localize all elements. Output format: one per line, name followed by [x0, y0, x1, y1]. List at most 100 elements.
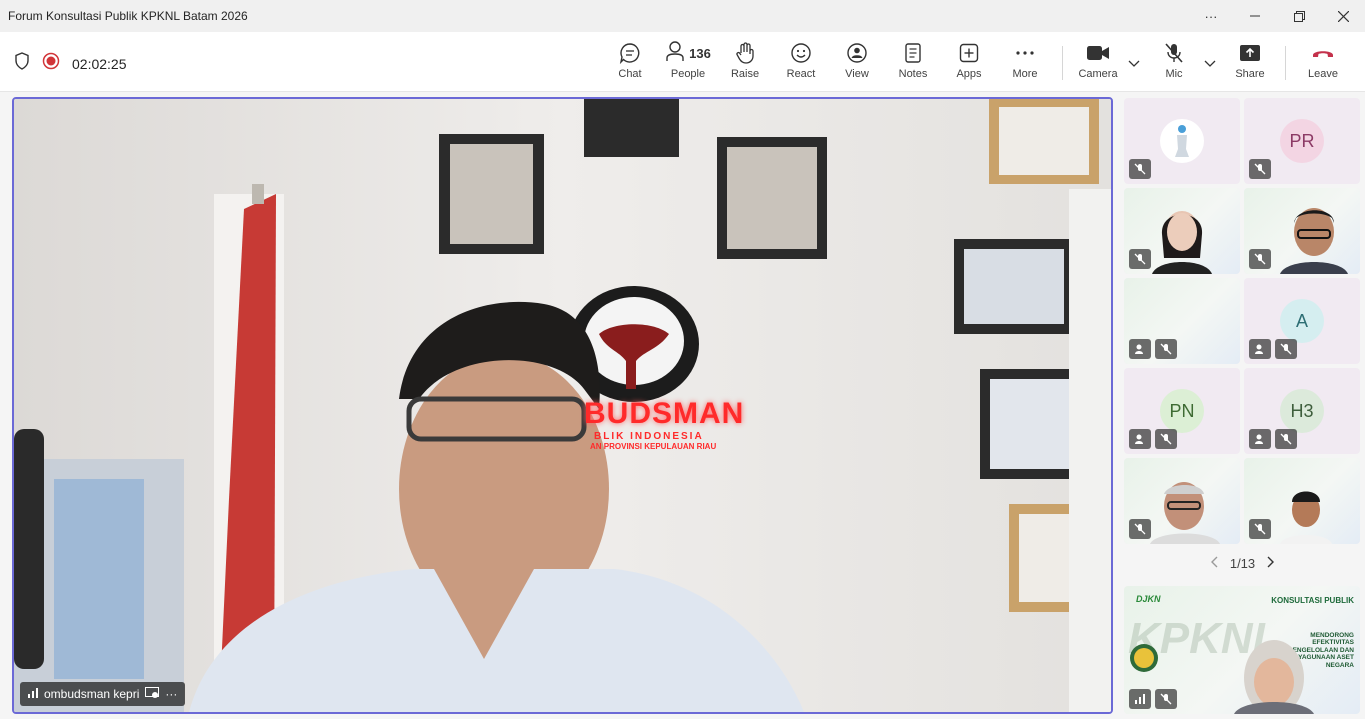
meeting-info: 02:02:25 — [14, 52, 127, 75]
leave-button[interactable]: Leave — [1295, 40, 1351, 86]
camera-label: Camera — [1078, 68, 1118, 80]
mic-off-icon — [1155, 689, 1177, 709]
share-label: Share — [1235, 68, 1265, 80]
mic-off-icon — [1155, 429, 1177, 449]
more-button[interactable]: More — [997, 40, 1053, 86]
meeting-toolbar: 02:02:25 Chat 136 People Raise React Vie… — [0, 32, 1365, 92]
main-video[interactable]: BUDSMAN BLIK INDONESIA AN PROVINSI KEPUL… — [12, 97, 1113, 714]
mic-off-icon — [1129, 159, 1151, 179]
speaker-video-frame — [14, 99, 1111, 712]
participant-tile[interactable]: H3 — [1244, 368, 1360, 454]
speaker-name-chip: ombudsman kepri ··· — [20, 682, 186, 706]
mic-off-icon — [1275, 339, 1297, 359]
mic-options-chevron-down-icon[interactable] — [1202, 56, 1218, 72]
toolbar-divider — [1062, 46, 1063, 80]
recording-icon — [42, 52, 60, 75]
person-question-icon — [1129, 429, 1151, 449]
react-label: React — [786, 68, 816, 80]
camera-icon — [1086, 40, 1110, 66]
mic-label: Mic — [1165, 68, 1183, 80]
meeting-timer: 02:02:25 — [72, 55, 127, 72]
people-icon — [665, 40, 685, 67]
toolbar-divider — [1285, 46, 1286, 80]
speaker-name: ombudsman kepri — [44, 687, 140, 701]
mic-off-icon — [1129, 519, 1151, 539]
apps-button[interactable]: Apps — [941, 40, 997, 86]
avatar: PN — [1160, 389, 1204, 433]
mic-button[interactable]: Mic — [1146, 40, 1202, 86]
chevron-right-icon[interactable] — [1267, 556, 1275, 571]
screen-share-icon — [145, 686, 160, 702]
view-button[interactable]: View — [829, 40, 885, 86]
people-label: People — [670, 68, 706, 80]
mic-off-icon — [1249, 249, 1271, 269]
view-label: View — [845, 68, 869, 80]
sign-line-2: AN PROVINSI KEPULAUAN RIAU — [590, 442, 717, 451]
sign-title: BUDSMAN — [584, 397, 745, 430]
participant-tile[interactable]: PN — [1124, 368, 1240, 454]
avatar: H3 — [1280, 389, 1324, 433]
shield-icon — [14, 52, 30, 75]
chat-label: Chat — [618, 68, 642, 80]
gallery-page-indicator: 1/13 — [1229, 555, 1256, 571]
window-title: Forum Konsultasi Publik KPKNL Batam 2026 — [8, 9, 248, 23]
raise-label: Raise — [730, 68, 760, 80]
chat-button[interactable]: Chat — [602, 40, 658, 86]
raise-hand-button[interactable]: Raise — [717, 40, 773, 86]
view-icon — [846, 40, 868, 66]
more-options-icon[interactable]: ··· — [1189, 0, 1233, 32]
share-icon — [1239, 40, 1261, 66]
mic-off-icon — [1249, 519, 1271, 539]
person-question-icon — [1249, 429, 1271, 449]
mic-off-icon — [1129, 249, 1151, 269]
sign-line-1: BLIK INDONESIA — [594, 431, 704, 442]
mic-off-icon — [1249, 159, 1271, 179]
participant-tile[interactable]: PR — [1244, 98, 1360, 184]
person-question-icon — [1249, 339, 1271, 359]
more-label: More — [1012, 68, 1038, 80]
mic-off-icon — [1155, 339, 1177, 359]
add-app-icon — [958, 40, 980, 66]
people-count: 136 — [689, 45, 711, 61]
participant-tile[interactable] — [1124, 458, 1240, 544]
camera-button[interactable]: Camera — [1070, 40, 1126, 86]
participant-more-icon[interactable]: ··· — [165, 687, 177, 701]
self-view-tile[interactable]: KPKNL DJKN KONSULTASI PUBLIK MENDORONG E… — [1124, 586, 1360, 714]
participant-tile[interactable] — [1244, 188, 1360, 274]
hang-up-icon — [1311, 40, 1335, 66]
hand-icon — [734, 40, 756, 66]
participant-tile[interactable] — [1124, 98, 1240, 184]
people-button[interactable]: 136 People — [659, 40, 717, 86]
camera-options-chevron-down-icon[interactable] — [1126, 56, 1142, 72]
participant-tile[interactable] — [1124, 188, 1240, 274]
signal-bars-icon — [28, 687, 38, 701]
close-button[interactable] — [1321, 0, 1365, 32]
react-button[interactable]: React — [773, 40, 829, 86]
restore-button[interactable] — [1277, 0, 1321, 32]
share-button[interactable]: Share — [1222, 40, 1278, 86]
chat-icon — [619, 40, 641, 66]
ombudsman-sign: BUDSMAN BLIK INDONESIA AN PROVINSI KEPUL… — [584, 397, 744, 451]
ellipsis-icon — [1014, 40, 1036, 66]
participant-tile[interactable]: A — [1244, 278, 1360, 364]
signal-bars-icon — [1129, 689, 1151, 709]
avatar: PR — [1280, 119, 1324, 163]
avatar — [1160, 119, 1204, 163]
apps-label: Apps — [956, 68, 982, 80]
participant-tile[interactable] — [1244, 458, 1360, 544]
window-controls: ··· — [1189, 0, 1365, 32]
avatar: A — [1280, 299, 1324, 343]
person-question-icon — [1129, 339, 1151, 359]
title-bar: Forum Konsultasi Publik KPKNL Batam 2026… — [0, 0, 1365, 32]
minimize-button[interactable] — [1233, 0, 1277, 32]
chevron-left-icon[interactable] — [1210, 556, 1218, 571]
participant-tile[interactable] — [1124, 278, 1240, 364]
notes-icon — [903, 40, 923, 66]
gallery-pager: 1/13 — [1120, 549, 1365, 577]
participant-gallery: PR A PN H3 1/13 KPKNL DJKN KONSULTASI PU… — [1120, 97, 1365, 719]
smiley-icon — [790, 40, 812, 66]
leave-label: Leave — [1308, 68, 1338, 80]
notes-button[interactable]: Notes — [885, 40, 941, 86]
mic-off-icon — [1275, 429, 1297, 449]
notes-label: Notes — [898, 68, 928, 80]
